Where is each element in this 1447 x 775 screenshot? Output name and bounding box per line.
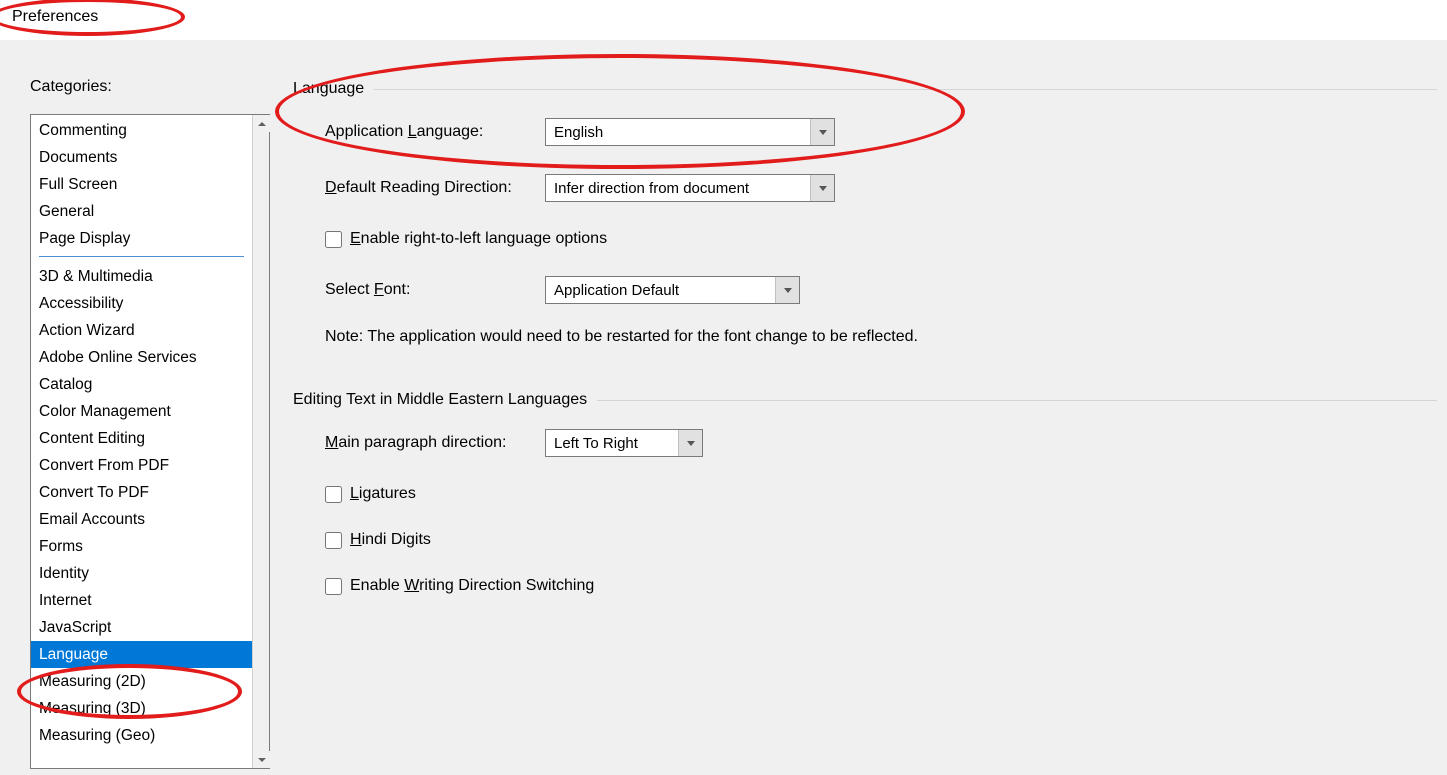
list-item[interactable]: Adobe Online Services: [31, 344, 252, 371]
chevron-down-icon: [258, 758, 266, 762]
list-item[interactable]: Documents: [31, 144, 252, 171]
select-font-combo[interactable]: Application Default: [545, 276, 800, 304]
main-paragraph-direction-combo[interactable]: Left To Right: [545, 429, 703, 457]
list-item[interactable]: Convert From PDF: [31, 452, 252, 479]
list-item[interactable]: Measuring (3D): [31, 695, 252, 722]
application-language-combo[interactable]: English: [545, 118, 835, 146]
list-item[interactable]: 3D & Multimedia: [31, 263, 252, 290]
list-item[interactable]: Page Display: [31, 225, 252, 252]
ligatures-label: Ligatures: [350, 485, 416, 503]
scrollbar[interactable]: [252, 115, 269, 768]
writing-direction-switching-checkbox[interactable]: [325, 578, 342, 595]
scroll-down-button[interactable]: [253, 751, 270, 768]
chevron-down-icon: [687, 441, 695, 446]
middle-eastern-group-legend: Editing Text in Middle Eastern Languages: [293, 391, 595, 409]
list-item[interactable]: Forms: [31, 533, 252, 560]
list-item[interactable]: Accessibility: [31, 290, 252, 317]
list-item[interactable]: Full Screen: [31, 171, 252, 198]
list-item[interactable]: Measuring (Geo): [31, 722, 252, 749]
enable-rtl-checkbox[interactable]: [325, 231, 342, 248]
list-item[interactable]: Convert To PDF: [31, 479, 252, 506]
combo-button[interactable]: [678, 430, 702, 456]
dialog-title: Preferences: [0, 0, 1447, 40]
main-paragraph-direction-value: Left To Right: [546, 435, 678, 452]
list-item[interactable]: Identity: [31, 560, 252, 587]
list-item[interactable]: General: [31, 198, 252, 225]
categories-listbox[interactable]: Commenting Documents Full Screen General…: [30, 114, 270, 769]
chevron-down-icon: [819, 186, 827, 191]
list-item[interactable]: Measuring (2D): [31, 668, 252, 695]
list-item[interactable]: Action Wizard: [31, 317, 252, 344]
list-item[interactable]: Color Management: [31, 398, 252, 425]
categories-label: Categories:: [30, 78, 270, 96]
application-language-label: Application Language:: [325, 123, 545, 141]
writing-direction-switching-label: Enable Writing Direction Switching: [350, 577, 594, 595]
content-area: Categories: Commenting Documents Full Sc…: [0, 40, 1447, 775]
combo-button[interactable]: [810, 119, 834, 145]
list-item-language[interactable]: Language: [31, 641, 252, 668]
list-item[interactable]: Content Editing: [31, 425, 252, 452]
language-group: Language Application Language: English D…: [295, 80, 1437, 361]
main-panel: Language Application Language: English D…: [295, 80, 1437, 645]
combo-button[interactable]: [810, 175, 834, 201]
select-font-value: Application Default: [546, 282, 775, 299]
list-item[interactable]: JavaScript: [31, 614, 252, 641]
ligatures-checkbox[interactable]: [325, 486, 342, 503]
chevron-down-icon: [784, 288, 792, 293]
font-restart-note: Note: The application would need to be r…: [325, 328, 1437, 346]
hindi-digits-checkbox[interactable]: [325, 532, 342, 549]
default-reading-direction-combo[interactable]: Infer direction from document: [545, 174, 835, 202]
sidebar: Categories: Commenting Documents Full Sc…: [30, 78, 270, 769]
list-item[interactable]: Catalog: [31, 371, 252, 398]
language-group-legend: Language: [293, 80, 372, 98]
chevron-up-icon: [258, 122, 266, 126]
default-reading-direction-label: Default Reading Direction:: [325, 179, 545, 197]
list-item[interactable]: Email Accounts: [31, 506, 252, 533]
list-item[interactable]: Internet: [31, 587, 252, 614]
main-paragraph-direction-label: Main paragraph direction:: [325, 434, 545, 452]
select-font-label: Select Font:: [325, 281, 545, 299]
chevron-down-icon: [819, 130, 827, 135]
middle-eastern-group: Editing Text in Middle Eastern Languages…: [295, 391, 1437, 615]
combo-button[interactable]: [775, 277, 799, 303]
list-item[interactable]: Commenting: [31, 117, 252, 144]
hindi-digits-label: Hindi Digits: [350, 531, 431, 549]
default-reading-direction-value: Infer direction from document: [546, 180, 810, 197]
categories-list[interactable]: Commenting Documents Full Screen General…: [31, 115, 252, 768]
scroll-up-button[interactable]: [253, 115, 270, 132]
enable-rtl-label: Enable right-to-left language options: [350, 230, 607, 248]
list-divider: [39, 256, 244, 257]
application-language-value: English: [546, 124, 810, 141]
